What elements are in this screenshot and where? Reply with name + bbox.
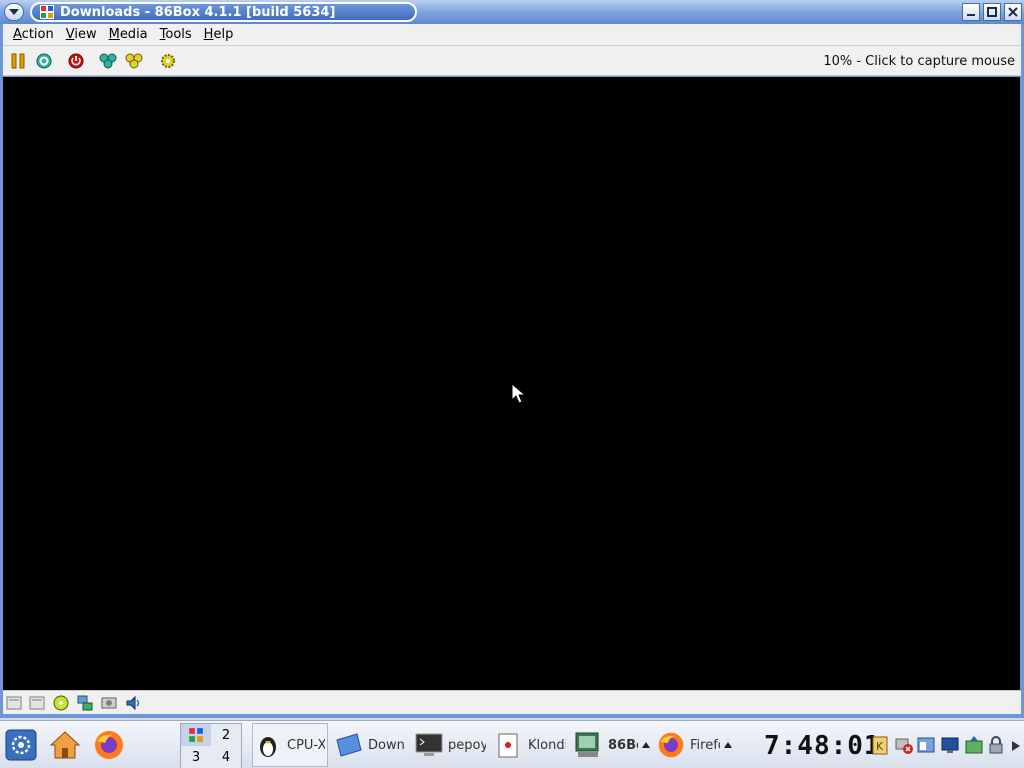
- gear-icon: [161, 54, 175, 68]
- svg-text:K: K: [876, 740, 884, 753]
- pager-desktop-1[interactable]: [181, 724, 211, 746]
- floppy-drive-icon[interactable]: [29, 695, 45, 711]
- task-label: Klondike: [528, 737, 566, 753]
- terminal-icon: [414, 730, 444, 760]
- firefox-icon: [95, 731, 123, 759]
- capture-status-text[interactable]: 10% - Click to capture mouse: [823, 54, 1015, 69]
- reset-icon: [36, 53, 52, 69]
- firefox-launcher[interactable]: [92, 728, 126, 762]
- power-button[interactable]: [67, 52, 85, 70]
- pager-desktop-3[interactable]: 3: [181, 746, 211, 768]
- maximize-icon: [987, 7, 997, 17]
- computer-icon: [574, 730, 604, 760]
- 86box-app-icon: [40, 5, 54, 19]
- kde-start-icon: [5, 729, 37, 761]
- maximize-button[interactable]: [983, 3, 1001, 21]
- ctrl-alt-del-button[interactable]: [99, 52, 117, 70]
- update-icon[interactable]: [964, 735, 984, 755]
- ctrl-alt-esc-button[interactable]: [125, 52, 143, 70]
- app-window: Downloads - 86Box 4.1.1 [build 5634] Act…: [0, 0, 1024, 718]
- task-label: pepoy: [448, 737, 486, 753]
- hard-disk-icon[interactable]: [77, 695, 93, 711]
- settings-button[interactable]: [159, 52, 177, 70]
- sound-icon[interactable]: [125, 695, 141, 711]
- menu-help[interactable]: Help: [198, 27, 240, 42]
- task-downloads[interactable]: Downloads: [334, 723, 410, 767]
- chevron-right-icon[interactable]: [1012, 741, 1020, 751]
- display-icon[interactable]: [940, 735, 960, 755]
- power-icon: [68, 53, 84, 69]
- minimize-button[interactable]: [962, 3, 980, 21]
- digital-clock[interactable]: 7:48:01: [764, 731, 881, 761]
- close-button[interactable]: [1004, 3, 1022, 21]
- task-label: 86Box: [608, 737, 638, 753]
- task-label: Downloads: [368, 737, 406, 753]
- menu-view[interactable]: View: [60, 27, 103, 42]
- window-menu-button[interactable]: [4, 3, 24, 21]
- chevron-up-icon: [724, 742, 732, 748]
- menu-tools[interactable]: Tools: [154, 27, 198, 42]
- network-icon[interactable]: [101, 695, 117, 711]
- folder-icon: [334, 730, 364, 760]
- cdrom-icon[interactable]: [53, 695, 69, 711]
- desktop-pager: 2 3 4: [180, 723, 242, 768]
- floppy-drive-icon[interactable]: [6, 695, 22, 711]
- menu-bar: Action View Media Tools Help: [3, 24, 1021, 46]
- start-menu-button[interactable]: [4, 728, 38, 762]
- firefox-icon: [656, 730, 686, 760]
- klipper-icon[interactable]: K: [870, 735, 890, 755]
- task-label: CPU-X: [287, 737, 325, 753]
- close-icon: [1008, 7, 1018, 17]
- task-cpu-x[interactable]: CPU-X: [252, 723, 328, 767]
- 86box-app-icon: [189, 728, 203, 742]
- emulator-screen[interactable]: [3, 77, 1020, 690]
- keyboard-keys-icon: [125, 53, 143, 69]
- toolbar: 10% - Click to capture mouse: [3, 46, 1021, 76]
- title-bar[interactable]: Downloads - 86Box 4.1.1 [build 5634]: [0, 0, 1024, 24]
- home-launcher[interactable]: [48, 728, 82, 762]
- menu-media[interactable]: Media: [103, 27, 154, 42]
- network-disconnected-icon[interactable]: [894, 735, 914, 755]
- window-list-icon[interactable]: [916, 735, 936, 755]
- home-icon: [49, 731, 81, 759]
- task-klondike[interactable]: Klondike: [494, 723, 570, 767]
- pager-desktop-2[interactable]: 2: [211, 724, 241, 746]
- menu-action[interactable]: Action: [7, 27, 60, 42]
- reset-button[interactable]: [35, 52, 53, 70]
- task-firefox[interactable]: Firefox: [656, 723, 738, 767]
- taskbar: 2 3 4 CPU-X Downloads pepoy Klondike 86B…: [0, 720, 1024, 768]
- task-terminal[interactable]: pepoy: [414, 723, 490, 767]
- pause-button[interactable]: [9, 52, 27, 70]
- status-bar: [3, 690, 1021, 714]
- task-label: Firefox: [690, 737, 720, 753]
- minimize-icon: [967, 14, 975, 16]
- pause-icon: [11, 53, 25, 69]
- window-title-pill: Downloads - 86Box 4.1.1 [build 5634]: [30, 2, 417, 22]
- mouse-pointer-icon: [511, 383, 527, 404]
- chevron-down-icon: [9, 9, 19, 15]
- tux-icon: [253, 730, 283, 760]
- window-title: Downloads - 86Box 4.1.1 [build 5634]: [60, 4, 336, 20]
- keyboard-keys-icon: [99, 53, 117, 69]
- chevron-up-icon: [642, 742, 650, 748]
- lock-icon[interactable]: [986, 735, 1006, 755]
- pager-desktop-4[interactable]: 4: [211, 746, 241, 768]
- task-86box[interactable]: 86Box: [574, 723, 656, 767]
- cards-icon: [494, 730, 524, 760]
